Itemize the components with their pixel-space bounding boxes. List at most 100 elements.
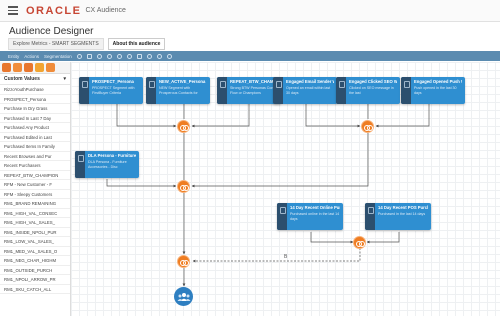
merge-operator[interactable] — [353, 236, 366, 249]
node-desc: Clicked on SEO message in the last — [349, 86, 394, 95]
palette-toolbar — [0, 62, 70, 74]
add-user-icon[interactable] — [146, 53, 152, 59]
node-title: Engaged Clicked SEO Within 30 Days — [349, 79, 397, 84]
node-desc: Opened an email within last 30 days — [286, 86, 331, 95]
list-item[interactable]: PROSPECT_Persona — [0, 95, 70, 104]
node-desc: Purchased in the last 14 days — [378, 212, 426, 216]
list-item[interactable]: RFM - Sleepy Customers — [0, 190, 70, 199]
connector — [305, 104, 361, 128]
toolbar-actions[interactable]: Actions — [24, 54, 39, 59]
list-item[interactable]: Purchased Items In Family — [0, 142, 70, 152]
merge-operator[interactable] — [177, 180, 190, 193]
list-item[interactable]: Purchased In Last 7 Day — [0, 114, 70, 123]
list-item[interactable]: RM1_NPOLI_ARROW_PR — [0, 275, 70, 285]
tab-explore-metrics[interactable]: Explore Metrics - SMART SEGMENTS — [8, 38, 104, 50]
segment-icon — [217, 77, 227, 104]
node-dla-persona[interactable]: DLA Persona - Furniture Accessori DLA Pe… — [75, 151, 139, 178]
segment-icon — [273, 77, 283, 104]
list-item[interactable]: Recent Browses and Pur — [0, 152, 70, 161]
node-title: REPEAT_BTW_CHAMP — [230, 79, 277, 84]
connector — [106, 179, 177, 188]
merge-icon — [180, 184, 189, 191]
refresh-icon[interactable] — [166, 53, 172, 59]
node-prospect-persona[interactable]: PROSPECT_Persona PROSPECT Segment with F… — [79, 77, 143, 104]
list-item[interactable]: Recent Purchasers — [0, 161, 70, 171]
node-new-active-persona[interactable]: NEW_ACTIVE_Persona NEW Segment with Pros… — [146, 77, 210, 104]
node-title: 14 Day Recent POS Purchasers — [378, 205, 428, 210]
connector — [310, 232, 354, 244]
zoom-in-icon[interactable] — [116, 53, 122, 59]
node-desc: Strong BTW Personas Cont Flow or Champio… — [230, 86, 275, 95]
link-label: B — [284, 254, 288, 260]
hamburger-icon[interactable] — [8, 6, 18, 15]
toolbar-entity[interactable]: Entity — [8, 54, 19, 59]
panel-header: Custom Values ▾ — [0, 74, 70, 85]
node-title: Engaged Email Sender Within Last — [286, 79, 334, 84]
tab-about-audience[interactable]: About this audience — [107, 38, 166, 50]
list-item[interactable]: RFM - New Customer - F — [0, 180, 70, 190]
segment-icon — [401, 77, 411, 104]
audience-output[interactable] — [174, 287, 193, 306]
product-name: CX Audience — [85, 7, 126, 14]
connector — [366, 232, 400, 244]
segment-icon — [336, 77, 346, 104]
merge-icon[interactable] — [13, 63, 22, 72]
list-item[interactable]: RM1_BRAND REMAINING — [0, 199, 70, 209]
redo-icon[interactable] — [106, 53, 112, 59]
merge-icon — [180, 259, 189, 266]
list-item[interactable]: Purchase In Dry Grass — [0, 104, 70, 114]
list-item[interactable]: Purchased Edited in Last — [0, 133, 70, 142]
connector — [116, 104, 177, 128]
node-desc: PROSPECT Segment with FirstBuyer Criteri… — [92, 86, 135, 95]
list-item[interactable]: RM1_SKU_CATCH_ALL — [0, 285, 70, 294]
list-item[interactable]: RizzoYouthPurchase — [0, 85, 70, 95]
tab-bar: Explore Metrics - SMART SEGMENTS About t… — [8, 38, 166, 50]
node-repeat-btw-champ[interactable]: REPEAT_BTW_CHAMP Strong BTW Personas Con… — [217, 77, 281, 104]
merge-operator[interactable] — [177, 255, 190, 268]
page-title: Audience Designer — [9, 26, 94, 37]
zoom-out-icon[interactable] — [126, 53, 132, 59]
undo-icon[interactable] — [96, 53, 102, 59]
list-item[interactable]: RM1_HIGH_VAL_SALES_ — [0, 218, 70, 228]
node-14-day-pos[interactable]: 14 Day Recent POS Purchasers Purchased i… — [365, 203, 431, 230]
node-engaged-email[interactable]: Engaged Email Sender Within Last Opened … — [273, 77, 337, 104]
node-title: Engaged Opened Push Within 30 Days — [414, 79, 462, 84]
filter-icon[interactable] — [35, 63, 44, 72]
stop-icon[interactable] — [86, 53, 92, 59]
oracle-logo: ORACLE — [26, 4, 82, 17]
play-icon[interactable] — [76, 53, 82, 59]
designer-canvas[interactable]: B PROSPECT_Persona PROSPECT Segment with… — [71, 62, 500, 316]
node-add-icon[interactable] — [2, 63, 11, 72]
node-desc: NEW Segment with Prosperous Contacts for — [159, 86, 198, 95]
node-desc: Push opened in the last 30 days — [414, 86, 457, 95]
list-item[interactable]: RM1_OUTSIDE_PURCH — [0, 266, 70, 275]
merge-operator[interactable] — [177, 120, 190, 133]
list-item[interactable]: RM1_INSIDE_NPOLI_PUR — [0, 228, 70, 237]
toolbar-segmentation[interactable]: Segmentation — [44, 54, 72, 59]
audience-group-icon — [177, 292, 190, 301]
export-icon[interactable] — [46, 63, 55, 72]
merge-icon — [180, 124, 189, 131]
list-item[interactable]: RM1_LOW_VAL_SALES_ — [0, 237, 70, 247]
split-icon[interactable] — [24, 63, 33, 72]
remove-user-icon[interactable] — [156, 53, 162, 59]
fit-icon[interactable] — [136, 53, 142, 59]
list-item[interactable]: RM1_HIGH_VAL_CONSEC — [0, 209, 70, 218]
connector — [191, 104, 250, 128]
list-item[interactable]: REPEAT_BTW_CHAMPION — [0, 171, 70, 180]
node-engaged-clicked-seo[interactable]: Engaged Clicked SEO Within 30 Days Click… — [336, 77, 400, 104]
node-title: DLA Persona - Furniture Accessori — [88, 153, 136, 158]
segment-icon — [365, 203, 375, 230]
chevron-down-icon[interactable]: ▾ — [63, 76, 66, 82]
list-item[interactable]: Purchased Any Product — [0, 123, 70, 133]
list-item[interactable]: RM1_MED_VAL_SALES_O — [0, 247, 70, 256]
panel-header-label: Custom Values — [4, 76, 40, 82]
segment-icon — [79, 77, 89, 104]
merge-icon — [356, 240, 365, 247]
list-item[interactable]: RM1_NEG_CHAR_HIGHM — [0, 256, 70, 266]
node-14-day-online[interactable]: 14 Day Recent Online Purchasers Purchase… — [277, 203, 343, 230]
connector — [375, 104, 430, 128]
node-desc: Purchased online in the last 14 days — [290, 212, 340, 221]
node-engaged-opened-push[interactable]: Engaged Opened Push Within 30 Days Push … — [401, 77, 465, 104]
merge-operator[interactable] — [361, 120, 374, 133]
